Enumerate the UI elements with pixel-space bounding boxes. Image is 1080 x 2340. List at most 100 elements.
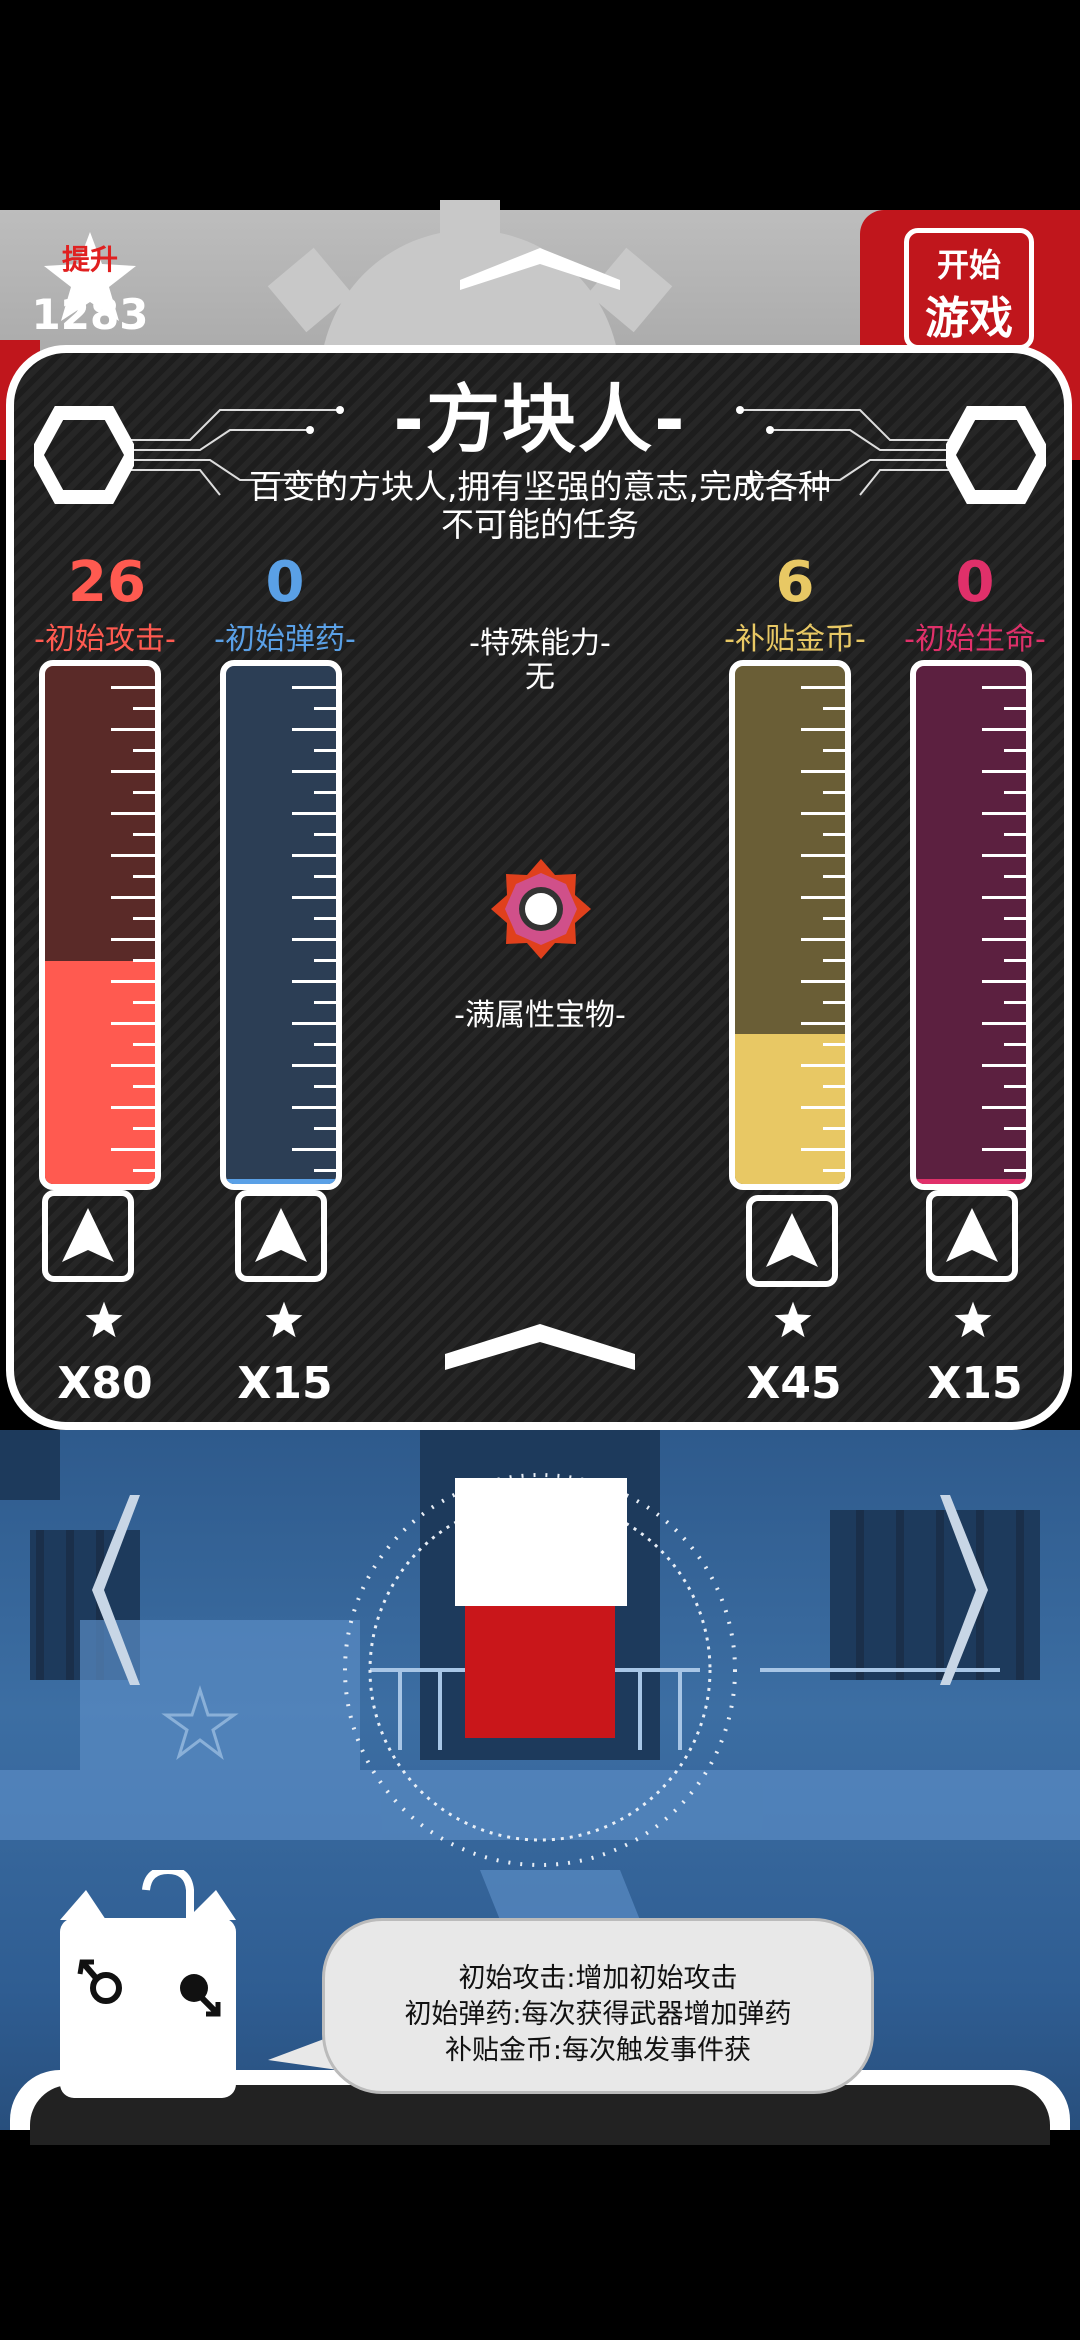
ruler-tick xyxy=(292,1022,336,1025)
chevron-up-icon[interactable] xyxy=(445,1320,635,1370)
ruler-tick xyxy=(982,980,1026,983)
ruler-tick xyxy=(801,1022,845,1025)
ruler-tick xyxy=(111,1064,155,1067)
ruler-tick xyxy=(111,1106,155,1109)
ruler-tick xyxy=(801,1106,845,1109)
star-icon xyxy=(954,1301,992,1338)
ruler-tick xyxy=(292,1064,336,1067)
stat-tube-life xyxy=(910,660,1032,1190)
ruler-tick xyxy=(133,749,155,752)
ruler-tick xyxy=(314,875,336,878)
ruler-tick xyxy=(292,938,336,941)
stat-label-life: -初始生命- xyxy=(904,622,1046,657)
ruler-tick xyxy=(292,728,336,731)
ruler-tick xyxy=(982,1106,1026,1109)
ruler-tick xyxy=(111,686,155,689)
ruler-tick xyxy=(823,959,845,962)
stat-fill-ammo xyxy=(226,1178,336,1184)
ruler-tick xyxy=(133,917,155,920)
ruler-tick xyxy=(1004,1169,1026,1172)
ruler-tick xyxy=(292,896,336,899)
upgrade-coin-button[interactable] xyxy=(746,1195,838,1287)
arrow-up-icon xyxy=(766,1213,818,1267)
ruler-tick xyxy=(292,1106,336,1109)
score-counter: 1283 xyxy=(31,290,149,339)
ruler-tick xyxy=(823,1001,845,1004)
ruler-tick xyxy=(982,686,1026,689)
ruler-tick xyxy=(133,1043,155,1046)
ruler-tick xyxy=(111,854,155,857)
chevron-right-icon[interactable] xyxy=(940,1495,990,1685)
ruler-tick xyxy=(111,812,155,815)
ruler-tick xyxy=(133,791,155,794)
ruler-tick xyxy=(292,812,336,815)
ruler-tick xyxy=(823,1085,845,1088)
special-ability-value: 无 xyxy=(525,660,555,695)
start-game-label-1: 开始 xyxy=(936,246,1001,284)
ruler-tick xyxy=(1004,917,1026,920)
ruler-tick xyxy=(801,770,845,773)
upgrade-badge-label: 提升 xyxy=(61,243,118,276)
ruler-tick xyxy=(111,938,155,941)
ruler-tick xyxy=(1004,1043,1026,1046)
stat-label-attack: -初始攻击- xyxy=(34,622,176,657)
sun-gem-icon[interactable] xyxy=(490,858,592,960)
ruler-tick xyxy=(1004,875,1026,878)
ruler-tick xyxy=(292,686,336,689)
upgrade-attack-button[interactable] xyxy=(42,1190,134,1282)
ruler-tick xyxy=(823,875,845,878)
stat-label-ammo: -初始弹药- xyxy=(214,622,356,657)
ruler-tick xyxy=(801,938,845,941)
ruler-tick xyxy=(801,980,845,983)
arrow-up-icon xyxy=(946,1208,998,1262)
block-character-head xyxy=(455,1478,627,1606)
ruler-tick xyxy=(133,875,155,878)
ruler-tick xyxy=(823,707,845,710)
ruler-tick xyxy=(133,707,155,710)
ruler-tick xyxy=(133,1169,155,1172)
ruler-tick xyxy=(1004,833,1026,836)
treasure-label: -满属性宝物- xyxy=(454,998,626,1033)
ruler-tick xyxy=(314,1127,336,1130)
ruler-tick xyxy=(982,1064,1026,1067)
stat-value-coin: 6 xyxy=(775,550,815,615)
ruler-tick xyxy=(823,833,845,836)
ruler-tick xyxy=(982,938,1026,941)
arrow-up-icon xyxy=(62,1208,114,1262)
ruler-tick xyxy=(111,1022,155,1025)
ruler-tick xyxy=(292,770,336,773)
ruler-tick xyxy=(314,1085,336,1088)
arrow-up-icon xyxy=(255,1208,307,1262)
stat-value-life: 0 xyxy=(955,550,995,615)
chevron-left-icon[interactable] xyxy=(90,1495,140,1685)
ruler-tick xyxy=(314,1043,336,1046)
ruler-tick xyxy=(982,812,1026,815)
character-title: -方块人- xyxy=(393,377,687,463)
stat-value-ammo: 0 xyxy=(265,550,305,615)
tip-line-3: 补贴金币:每次触发事件获 xyxy=(444,2035,752,2066)
star-icon xyxy=(265,1301,303,1338)
ruler-tick xyxy=(801,686,845,689)
ruler-tick xyxy=(314,959,336,962)
ruler-tick xyxy=(801,728,845,731)
ruler-tick xyxy=(823,1169,845,1172)
ruler-tick xyxy=(823,1043,845,1046)
chevron-up-icon[interactable] xyxy=(460,240,620,290)
star-icon xyxy=(85,1301,123,1338)
start-game-label-2: 游戏 xyxy=(925,293,1013,344)
ruler-tick xyxy=(982,1022,1026,1025)
ruler-tick xyxy=(1004,707,1026,710)
stat-fill-life xyxy=(916,1178,1026,1184)
ruler-tick xyxy=(111,980,155,983)
ruler-tick xyxy=(111,1148,155,1151)
upgrade-life-button[interactable] xyxy=(926,1190,1018,1282)
tip-line-2: 初始弹药:每次获得武器增加弹药 xyxy=(404,1999,792,2030)
ruler-tick xyxy=(982,1148,1026,1151)
star-icon xyxy=(774,1301,812,1338)
ruler-tick xyxy=(823,1127,845,1130)
upgrade-ammo-button[interactable] xyxy=(235,1190,327,1282)
ruler-tick xyxy=(133,959,155,962)
ruler-tick xyxy=(133,1085,155,1088)
ruler-tick xyxy=(982,896,1026,899)
ruler-tick xyxy=(133,1001,155,1004)
